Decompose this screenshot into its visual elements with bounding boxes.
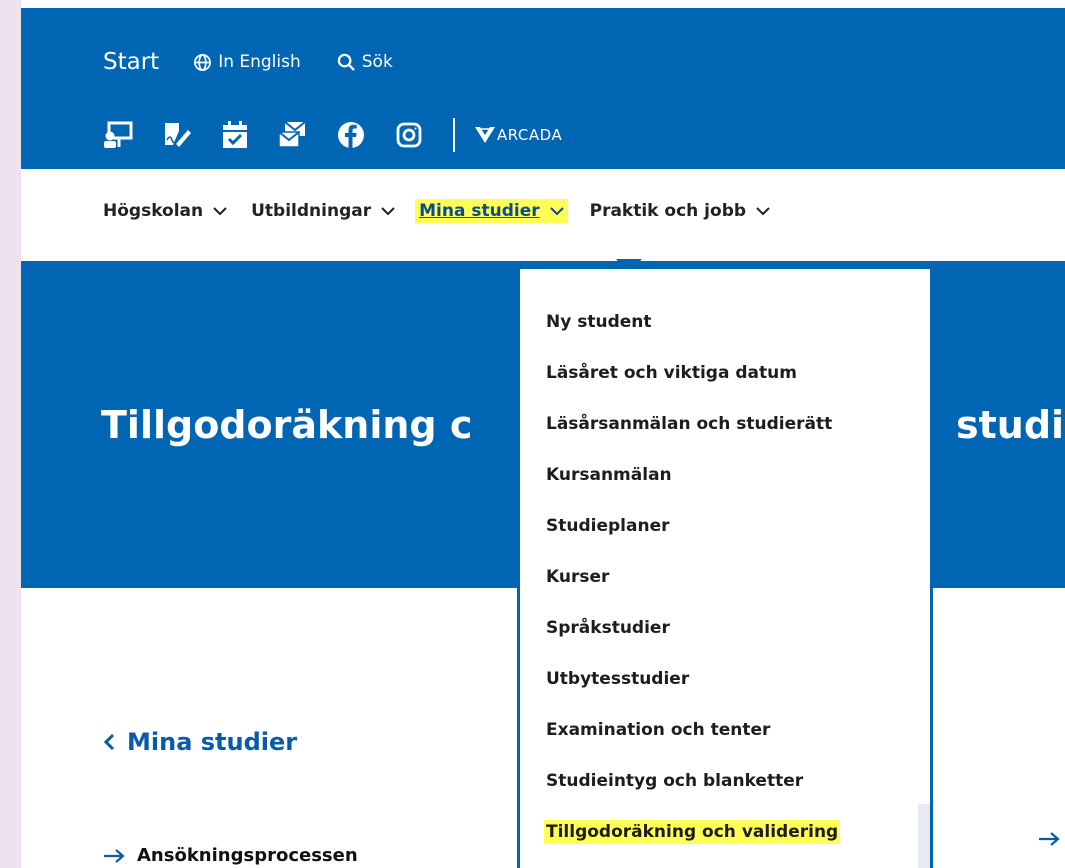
nav-item-label: Mina studier <box>419 201 540 221</box>
arrow-right-icon[interactable] <box>1038 832 1060 846</box>
back-link-label: Mina studier <box>127 728 298 756</box>
dropdown-item-tillgodorakning[interactable]: Tillgodoräkning och validering <box>544 819 841 868</box>
dropdown-item-kursanmalan[interactable]: Kursanmälan <box>544 462 840 513</box>
chevron-down-icon <box>381 206 395 215</box>
dropdown-item-kurser[interactable]: Kurser <box>544 564 840 615</box>
dropdown-item-label: Läsårsanmälan och studierätt <box>546 414 833 434</box>
top-links: Start In English Sök <box>103 42 429 82</box>
side-link[interactable]: Ansökningsprocessen <box>103 845 358 866</box>
dropdown-item-label: Kursanmälan <box>546 465 672 485</box>
dropdown-item-label: Språkstudier <box>546 618 670 638</box>
nav-item-label: Utbildningar <box>251 201 372 221</box>
instagram-icon[interactable] <box>393 119 425 151</box>
nav-item-utbildningar[interactable]: Utbildningar <box>251 199 395 223</box>
main-nav: Högskolan Utbildningar Mina studier Prak… <box>21 169 1065 261</box>
dropdown-item-label: Tillgodoräkning och validering <box>544 820 841 844</box>
dropdown-item-label: Kurser <box>546 567 610 587</box>
dropdown-item-examination[interactable]: Examination och tenter <box>544 717 840 768</box>
calendar-icon[interactable] <box>219 119 251 151</box>
dropdown-item-label: Studieplaner <box>546 516 670 536</box>
arcada-logo[interactable]: ARCADA <box>475 126 562 144</box>
nav-item-label: Praktik och jobb <box>589 201 747 221</box>
page-title-part: c <box>449 403 473 447</box>
divider <box>453 118 455 152</box>
page: Start In English Sök ARCADA Högskolan Ut… <box>21 0 1065 868</box>
dropdown-item-label: Studieintyg och blanketter <box>546 771 804 791</box>
dropdown-item-label: Examination och tenter <box>546 720 771 740</box>
dropdown-item-lasaret[interactable]: Läsåret och viktiga datum <box>544 360 840 411</box>
logo-text: ARCADA <box>497 126 563 144</box>
page-title-part: Tillgodoräkning <box>101 403 437 447</box>
chevron-down-icon <box>549 206 564 215</box>
chevron-down-icon <box>756 206 770 215</box>
dropdown-scrollbar[interactable] <box>918 804 930 868</box>
nav-item-praktik-och-jobb[interactable]: Praktik och jobb <box>590 199 770 223</box>
dropdown-item-lasarsanmalan[interactable]: Läsårsanmälan och studierätt <box>544 411 840 462</box>
chevron-down-icon <box>213 206 227 215</box>
top-bar: Start In English Sök ARCADA <box>21 8 1065 169</box>
search-link[interactable]: Sök <box>337 52 393 72</box>
edit-document-icon[interactable] <box>161 119 193 151</box>
side-link-label: Ansökningsprocessen <box>137 845 358 866</box>
dropdown-item-sprakstudier[interactable]: Språkstudier <box>544 615 840 666</box>
language-link[interactable]: In English <box>193 52 301 72</box>
mail-icon[interactable] <box>277 119 309 151</box>
quick-icons: ARCADA <box>103 116 562 154</box>
mina-studier-dropdown: Ny student Läsåret och viktiga datum Läs… <box>517 266 933 868</box>
arrow-right-icon <box>104 848 125 863</box>
arcada-logo-mark <box>475 127 495 143</box>
dropdown-item-label: Utbytesstudier <box>546 669 690 689</box>
nav-item-mina-studier[interactable]: Mina studier <box>415 199 568 223</box>
back-link[interactable]: Mina studier <box>103 728 297 756</box>
start-link[interactable]: Start <box>103 49 159 75</box>
dropdown-item-label: Läsåret och viktiga datum <box>546 363 797 383</box>
language-label: In English <box>218 52 301 72</box>
dropdown-item-label: Ny student <box>546 312 652 332</box>
search-label: Sök <box>361 52 393 72</box>
globe-icon <box>194 53 212 71</box>
chevron-left-icon <box>103 733 115 751</box>
page-title-part: studi <box>956 403 1065 447</box>
facebook-icon[interactable] <box>335 119 367 151</box>
dropdown-item-studieintyg[interactable]: Studieintyg och blanketter <box>544 768 840 819</box>
dropdown-item-studieplaner[interactable]: Studieplaner <box>544 513 840 564</box>
dropdown-item-utbytesstudier[interactable]: Utbytesstudier <box>544 666 840 717</box>
dropdown-item-ny-student[interactable]: Ny student <box>544 309 840 360</box>
page-title: Tillgodoräkning c <box>101 403 472 447</box>
search-icon <box>337 53 355 71</box>
presentation-icon[interactable] <box>103 119 135 151</box>
nav-item-label: Högskolan <box>103 201 204 221</box>
nav-item-hogskolan[interactable]: Högskolan <box>103 199 227 223</box>
